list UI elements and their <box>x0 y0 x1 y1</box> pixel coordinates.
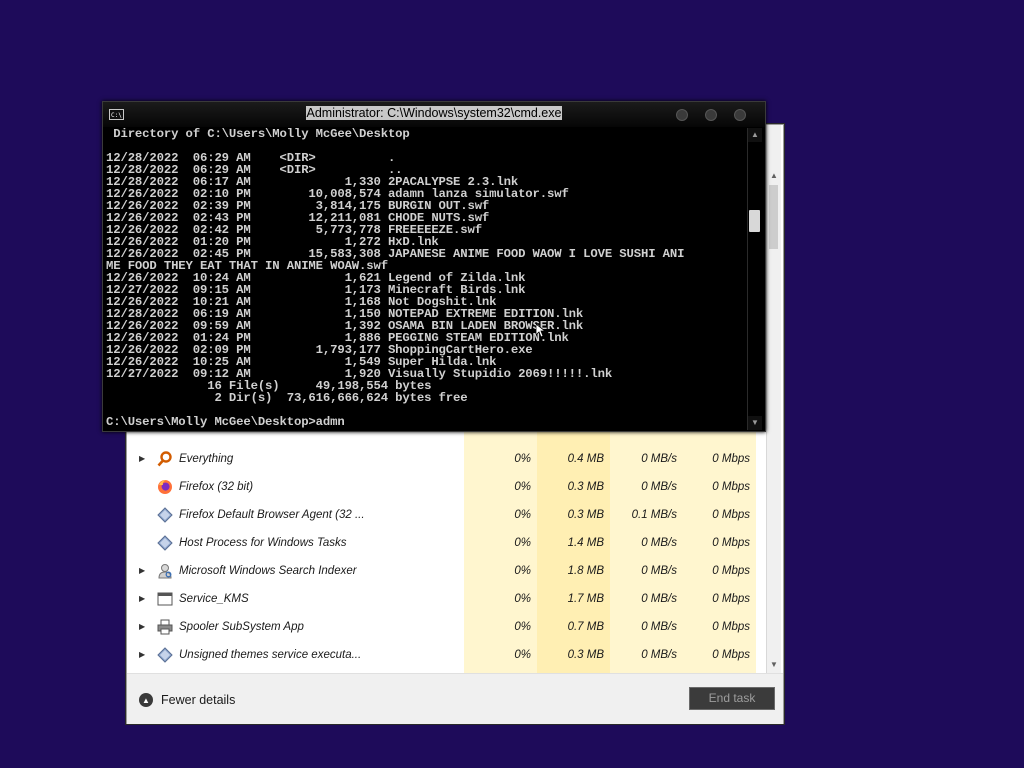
memory-value: 0.3 MB <box>537 473 610 501</box>
process-name: Unsigned themes service executa... <box>179 649 362 661</box>
cpu-value: 0% <box>464 585 537 613</box>
network-value: 0 Mbps <box>683 641 756 669</box>
memory-value: 0.7 MB <box>537 613 610 641</box>
close-button[interactable] <box>734 109 746 121</box>
process-row[interactable]: Firefox Default Browser Agent (32 ... 0% 0… <box>127 501 757 529</box>
process-name: Firefox Default Browser Agent (32 ... <box>179 509 365 521</box>
expand-arrow-icon[interactable]: ▶ <box>139 613 149 641</box>
process-row[interactable]: Firefox (32 bit) 0% 0.3 MB 0 MB/s 0 Mbps <box>127 473 757 501</box>
fewer-details-button[interactable]: ▲ Fewer details <box>139 690 235 710</box>
network-value: 0 Mbps <box>683 529 756 557</box>
cpu-value: 0% <box>464 557 537 585</box>
process-name: Host Process for Windows Tasks <box>179 537 347 549</box>
network-value: 0 Mbps <box>683 585 756 613</box>
process-row[interactable]: ▶ Spooler SubSystem App 0% 0.7 MB 0 MB/s 0 Mb… <box>127 613 757 641</box>
process-name: Service_KMS <box>179 593 249 605</box>
process-row[interactable]: ▶ Service_KMS 0% 1.7 MB 0 MB/s 0 Mbps <box>127 585 757 613</box>
process-name: Firefox (32 bit) <box>179 481 254 493</box>
disk-value: 0 MB/s <box>610 613 683 641</box>
disk-value: 0 MB/s <box>610 557 683 585</box>
expand-arrow-icon[interactable]: ▶ <box>139 641 149 669</box>
cmd-titlebar[interactable]: C:\ Administrator: C:\Windows\system32\c… <box>103 102 765 127</box>
memory-value: 1.7 MB <box>537 585 610 613</box>
disk-value: 0 MB/s <box>610 473 683 501</box>
memory-value: 0.3 MB <box>537 641 610 669</box>
printer-icon <box>157 619 173 635</box>
network-value: 0 Mbps <box>683 613 756 641</box>
expand-arrow-icon[interactable]: ▶ <box>139 445 149 473</box>
console-line: 2 Dir(s) 73,616,666,624 bytes free <box>106 391 468 405</box>
cpu-value: 0% <box>464 613 537 641</box>
process-name: Microsoft Windows Search Indexer <box>179 565 357 577</box>
cpu-value: 0% <box>464 641 537 669</box>
maximize-button[interactable] <box>705 109 717 121</box>
scroll-up-arrow-icon[interactable]: ▲ <box>748 128 762 142</box>
process-row[interactable]: ▶ Unsigned themes service executa... 0% 0.3… <box>127 641 757 669</box>
service-diamond-icon <box>157 647 173 663</box>
disk-value: 0.1 MB/s <box>610 501 683 529</box>
process-row[interactable]: ▶ Microsoft Windows Search Indexer 0% 1.8 M… <box>127 557 757 585</box>
process-row[interactable]: ▶ Everything 0% 0.4 MB 0 MB/s 0 Mbps <box>127 445 757 473</box>
chevron-up-circle-icon: ▲ <box>139 693 153 707</box>
memory-value: 1.4 MB <box>537 529 610 557</box>
expand-arrow-icon[interactable]: ▶ <box>139 585 149 613</box>
firefox-icon <box>157 479 173 495</box>
service-diamond-icon <box>157 507 173 523</box>
network-value: 0 Mbps <box>683 557 756 585</box>
network-value: 0 Mbps <box>683 473 756 501</box>
console-scroll-thumb[interactable] <box>749 210 760 232</box>
cmd-window-title: Administrator: C:\Windows\system32\cmd.e… <box>305 106 563 120</box>
disk-value: 0 MB/s <box>610 585 683 613</box>
minimize-button[interactable] <box>676 109 688 121</box>
search-indexer-icon <box>157 563 173 579</box>
console-scrollbar[interactable]: ▲ ▼ <box>747 128 762 430</box>
cpu-value: 0% <box>464 445 537 473</box>
memory-value: 1.8 MB <box>537 557 610 585</box>
console-line: Directory of C:\Users\Molly McGee\Deskto… <box>106 128 410 141</box>
cpu-value: 0% <box>464 501 537 529</box>
window-icon <box>157 591 173 607</box>
fewer-details-label: Fewer details <box>161 693 236 707</box>
scroll-up-arrow-icon[interactable]: ▲ <box>767 169 781 183</box>
cpu-value: 0% <box>464 473 537 501</box>
mouse-pointer-icon <box>536 324 546 338</box>
memory-value: 0.4 MB <box>537 445 610 473</box>
cpu-value: 0% <box>464 529 537 557</box>
scroll-down-arrow-icon[interactable]: ▼ <box>767 658 781 672</box>
disk-value: 0 MB/s <box>610 641 683 669</box>
scroll-down-arrow-icon[interactable]: ▼ <box>748 416 762 430</box>
scroll-thumb[interactable] <box>769 185 778 249</box>
process-list-scrollbar[interactable]: ▲ ▼ <box>766 125 781 673</box>
task-manager-footer: ▲ Fewer details End task <box>127 673 783 724</box>
end-task-button[interactable]: End task <box>689 687 775 710</box>
search-magnifier-icon <box>157 451 173 467</box>
console-line: C:\Users\Molly McGee\Desktop>admn <box>106 415 345 429</box>
process-row[interactable]: Host Process for Windows Tasks 0% 1.4 MB 0 … <box>127 529 757 557</box>
memory-value: 0.3 MB <box>537 501 610 529</box>
expand-arrow-icon[interactable]: ▶ <box>139 557 149 585</box>
network-value: 0 Mbps <box>683 501 756 529</box>
process-name: Everything <box>179 453 234 465</box>
disk-value: 0 MB/s <box>610 529 683 557</box>
disk-value: 0 MB/s <box>610 445 683 473</box>
console-output[interactable]: Directory of C:\Users\Molly McGee\Deskto… <box>106 128 746 431</box>
service-diamond-icon <box>157 535 173 551</box>
process-name: Spooler SubSystem App <box>179 621 304 633</box>
network-value: 0 Mbps <box>683 445 756 473</box>
cmd-window[interactable]: C:\ Administrator: C:\Windows\system32\c… <box>102 101 766 432</box>
